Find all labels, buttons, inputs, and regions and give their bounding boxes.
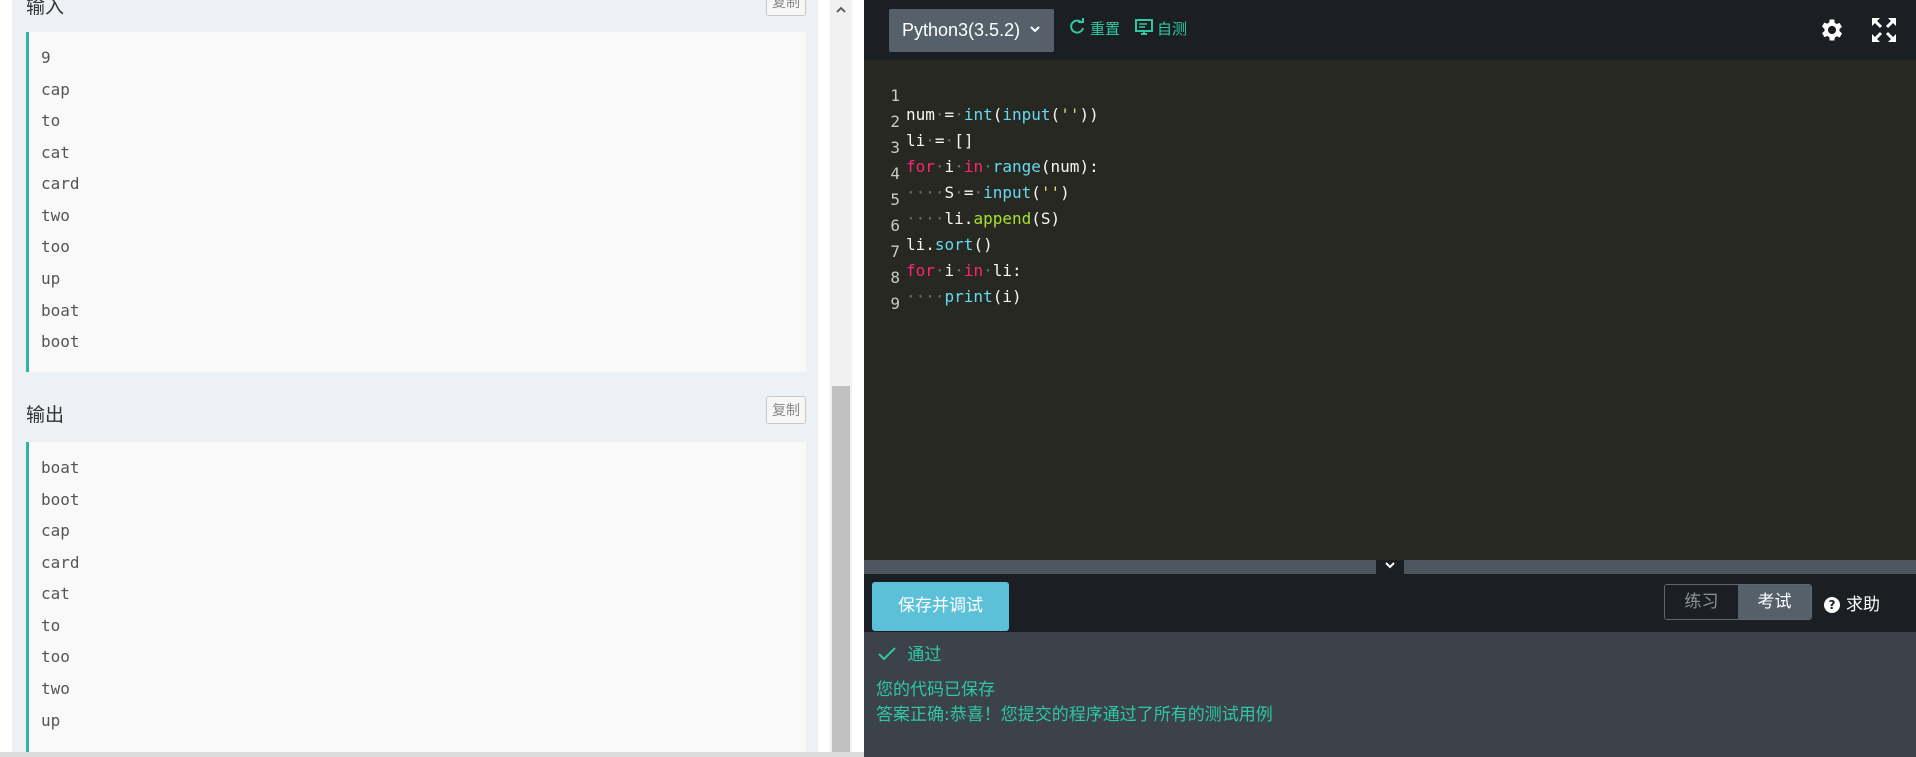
input-line: card xyxy=(41,174,80,193)
language-value: Python3(3.5.2) xyxy=(902,20,1021,40)
editor-toolbar: Python3(3.5.2) 重置 自测 xyxy=(864,0,1916,60)
input-line: 9 xyxy=(41,48,51,67)
language-select[interactable]: Python3(3.5.2) xyxy=(889,9,1054,52)
code-line[interactable]: 5 ····li.append(S) xyxy=(864,171,1060,228)
question-icon: ? xyxy=(1824,597,1840,613)
output-line: two xyxy=(41,679,70,698)
output-line: up xyxy=(41,711,61,730)
code-text: ····li.append(S) xyxy=(906,209,1061,228)
output-line: cat xyxy=(41,584,70,603)
result-panel: 通过 您的代码已保存 答案正确:恭喜！您提交的程序通过了所有的测试用例 xyxy=(864,632,1916,757)
output-line: to xyxy=(41,616,61,635)
output-section-title: 输出 xyxy=(26,404,65,426)
bottom-divider xyxy=(0,752,864,757)
code-line[interactable]: 9 xyxy=(864,275,922,313)
copy-output-button[interactable]: 复制 xyxy=(766,396,806,424)
panel-splitter[interactable] xyxy=(864,560,1916,574)
input-line: boot xyxy=(41,332,80,351)
action-bar: 保存并调试 练习 考试 ? 求助 xyxy=(864,574,1916,632)
scrollbar-thumb[interactable] xyxy=(832,386,850,757)
code-text: ····S·=·input('') xyxy=(906,183,1070,202)
chevron-down-icon xyxy=(1028,9,1042,52)
mode-exam-tab[interactable]: 考试 xyxy=(1738,585,1811,619)
code-text: ····print(i) xyxy=(906,287,1022,306)
code-line[interactable]: 7 for·i·in·li: xyxy=(864,223,1021,280)
input-line: two xyxy=(41,206,70,225)
input-line: cap xyxy=(41,80,70,99)
selftest-button[interactable]: 自测 xyxy=(1135,18,1187,41)
refresh-icon xyxy=(1068,18,1086,41)
chevron-up-icon[interactable] xyxy=(830,0,852,24)
code-line[interactable]: 3 for·i·in·range(num): xyxy=(864,119,1098,176)
help-button[interactable]: ? 求助 xyxy=(1824,590,1880,615)
input-section-title: 输入 xyxy=(26,0,65,18)
output-sample-box: boat boot cap card cat to too two up xyxy=(26,442,806,757)
code-text: for·i·in·li: xyxy=(906,261,1022,280)
reset-label: 重置 xyxy=(1090,20,1121,38)
input-line: up xyxy=(41,269,61,288)
input-line: boat xyxy=(41,301,80,320)
code-text: num·=·int(input('')) xyxy=(906,105,1099,124)
code-line[interactable]: 1 num·=·int(input('')) xyxy=(864,67,1098,124)
line-number: 9 xyxy=(890,294,900,313)
output-line: too xyxy=(41,647,70,666)
mode-toggle: 练习 考试 xyxy=(1664,584,1812,620)
chevron-down-icon[interactable] xyxy=(1376,560,1404,574)
code-panel: Python3(3.5.2) 重置 自测 1 num·=·int(input('… xyxy=(864,0,1916,757)
save-and-debug-button[interactable]: 保存并调试 xyxy=(872,582,1009,631)
correct-message: 答案正确:恭喜！您提交的程序通过了所有的测试用例 xyxy=(876,705,1273,725)
code-line[interactable]: 8 ····print(i) xyxy=(864,249,1021,306)
output-line: boat xyxy=(41,458,80,477)
problem-panel: 输入 复制 9 cap to cat card two too up boat … xyxy=(0,0,864,757)
input-section-header: 输入 复制 xyxy=(12,0,818,32)
output-line: card xyxy=(41,553,80,572)
input-line: too xyxy=(41,237,70,256)
code-text: for·i·in·range(num): xyxy=(906,157,1099,176)
monitor-icon xyxy=(1135,18,1153,41)
samples-area: 输入 复制 9 cap to cat card two too up boat … xyxy=(12,0,818,757)
left-scrollbar[interactable] xyxy=(830,0,852,757)
code-line[interactable]: 6 li.sort() xyxy=(864,197,992,254)
output-line: boot xyxy=(41,490,80,509)
pass-status: 通过 xyxy=(878,640,941,665)
gear-icon[interactable] xyxy=(1818,16,1846,44)
mode-practice-tab[interactable]: 练习 xyxy=(1665,585,1738,619)
code-line[interactable]: 4 ····S·=·input('') xyxy=(864,145,1069,202)
input-line: cat xyxy=(41,143,70,162)
reset-button[interactable]: 重置 xyxy=(1068,18,1120,41)
copy-input-button[interactable]: 复制 xyxy=(766,0,806,16)
check-icon xyxy=(878,645,907,665)
code-line[interactable]: 2 li·=·[] xyxy=(864,93,973,150)
code-editor[interactable]: 1 num·=·int(input('')) 2 li·=·[] 3 for·i… xyxy=(864,60,1916,560)
expand-icon[interactable] xyxy=(1870,16,1898,44)
saved-message: 您的代码已保存 xyxy=(876,680,995,700)
output-line: cap xyxy=(41,521,70,540)
input-sample-box: 9 cap to cat card two too up boat boot xyxy=(26,32,806,372)
help-label: 求助 xyxy=(1846,595,1880,615)
input-line: to xyxy=(41,111,61,130)
output-section-header: 输出 复制 xyxy=(12,386,818,440)
pass-label: 通过 xyxy=(907,645,942,665)
selftest-label: 自测 xyxy=(1157,20,1188,38)
